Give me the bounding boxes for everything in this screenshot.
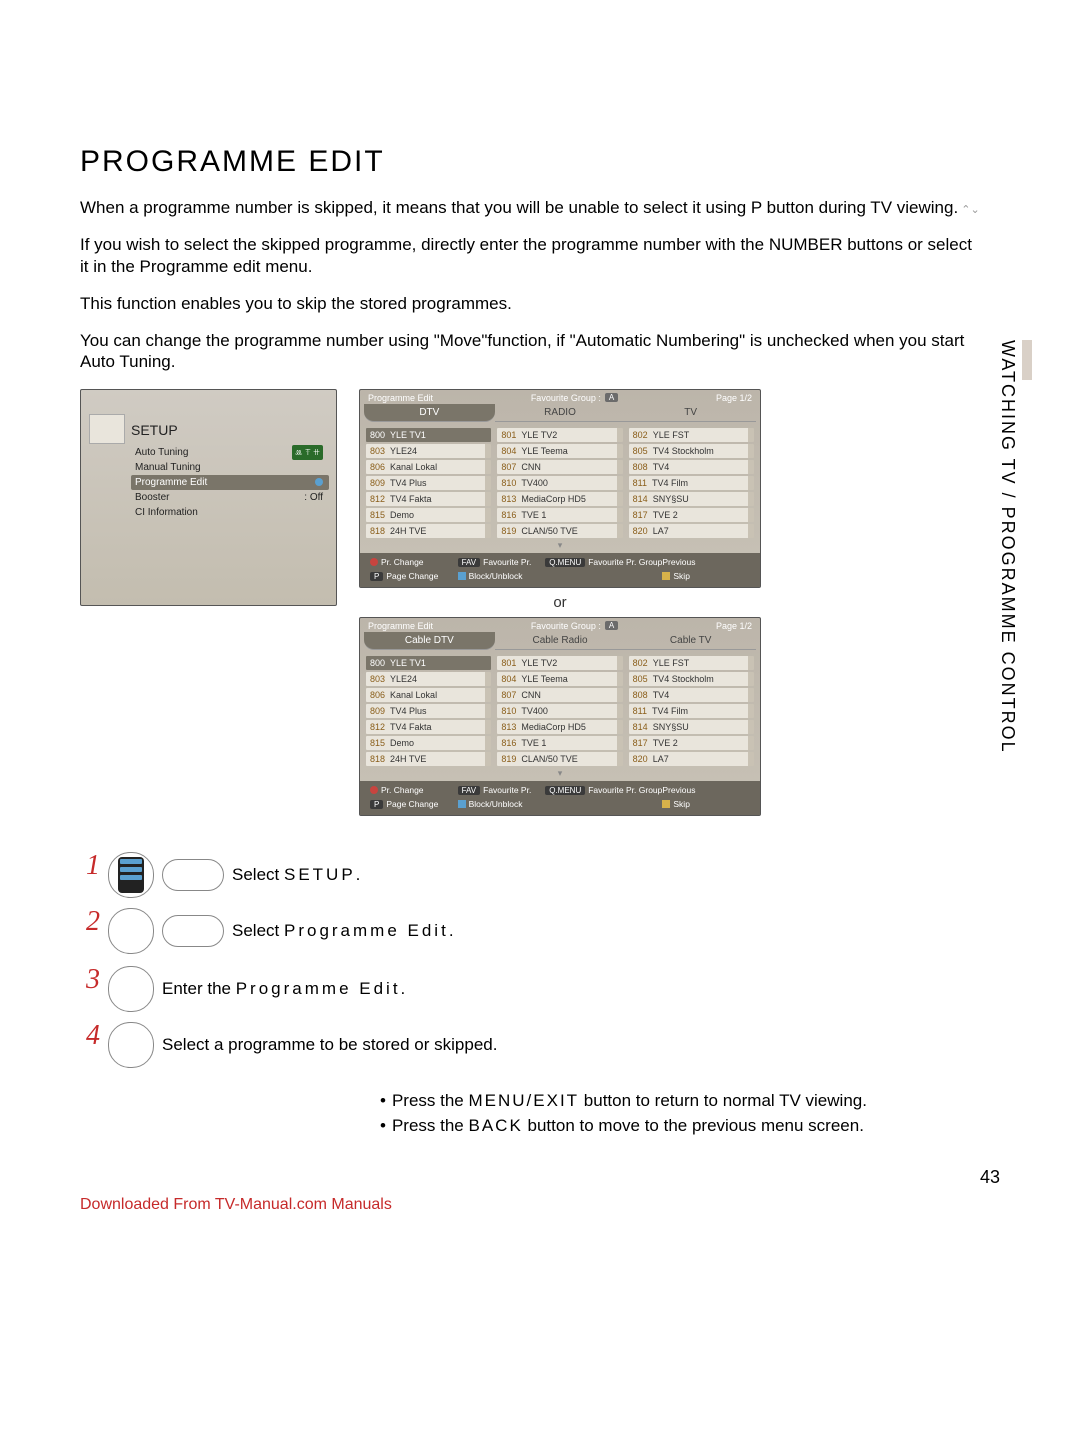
setup-item: Booster: Off	[131, 490, 329, 505]
shot-title: Programme Edit	[368, 393, 433, 403]
setup-item: CI Information	[131, 505, 329, 520]
paragraph-1: When a programme number is skipped, it m…	[80, 197, 980, 218]
channel-cell: 808TV4	[629, 688, 754, 702]
source-tab: TV	[625, 404, 756, 422]
remote-ok-button	[108, 1022, 154, 1068]
page-title: PROGRAMME EDIT	[80, 145, 1000, 179]
setup-item: Auto Tuningꔛ ꔉ ꔠ	[131, 445, 329, 460]
channel-cell: 803YLE24	[366, 672, 491, 686]
channel-cell: 814SNY§SU	[629, 492, 754, 506]
step-number-3: 3	[80, 966, 100, 994]
fav-group-label: Favourite Group :	[531, 393, 601, 403]
channel-cell: 805TV4 Stockholm	[629, 444, 754, 458]
channel-cell: 807CNN	[497, 460, 622, 474]
or-label: or	[359, 594, 761, 611]
channel-cell: 802YLE FST	[629, 428, 754, 442]
step-number-2: 2	[80, 908, 100, 936]
shot-title: Programme Edit	[368, 621, 433, 631]
channel-cell: 803YLE24	[366, 444, 491, 458]
remote-ok-button	[108, 966, 154, 1012]
page-indicator: Page 1/2	[716, 393, 752, 403]
channel-cell: 811TV4 Film	[629, 476, 754, 490]
channel-cell: 808TV4	[629, 460, 754, 474]
channel-cell: 814SNY§SU	[629, 720, 754, 734]
channel-cell: 809TV4 Plus	[366, 704, 491, 718]
scroll-down-icon: ▾	[360, 768, 760, 781]
remote-ok-button	[162, 859, 224, 891]
channel-cell: 800YLE TV1	[366, 656, 491, 670]
channel-cell: 801YLE TV2	[497, 428, 622, 442]
step-1-text: Select SETUP.	[232, 865, 360, 885]
paragraph-2: If you wish to select the skipped progra…	[80, 234, 980, 277]
fav-group-badge: A	[605, 393, 618, 402]
scroll-down-icon: ▾	[360, 540, 760, 553]
side-label: WATCHING TV / PROGRAMME CONTROL	[997, 340, 1018, 754]
setup-header: SETUP	[131, 422, 178, 438]
channel-cell: 805TV4 Stockholm	[629, 672, 754, 686]
channel-cell: 817TVE 2	[629, 736, 754, 750]
remote-ok-button	[162, 915, 224, 947]
remote-nav-button	[108, 852, 154, 898]
channel-cell: 815Demo	[366, 736, 491, 750]
channel-cell: 800YLE TV1	[366, 428, 491, 442]
download-source-line: Downloaded From TV-Manual.com Manuals	[80, 1196, 1000, 1214]
channel-cell: 816TVE 1	[497, 508, 622, 522]
channel-cell: 813MediaCorp HD5	[497, 720, 622, 734]
footnote-2: • Press the BACK button to move to the p…	[380, 1113, 1000, 1139]
fav-group-badge: A	[605, 621, 618, 630]
channel-cell: 811TV4 Film	[629, 704, 754, 718]
step-4-text: Select a programme to be stored or skipp…	[162, 1035, 497, 1055]
setup-icon	[89, 414, 125, 444]
page-number: 43	[80, 1167, 1000, 1188]
page-indicator: Page 1/2	[716, 621, 752, 631]
channel-cell: 812TV4 Fakta	[366, 492, 491, 506]
setup-menu-screenshot: SETUP Auto Tuningꔛ ꔉ ꔠManual TuningProgr…	[80, 389, 337, 606]
channel-cell: 819CLAN/50 TVE	[497, 524, 622, 538]
side-tab-marker	[1022, 340, 1032, 380]
setup-item: Manual Tuning	[131, 460, 329, 475]
channel-cell: 804YLE Teema	[497, 444, 622, 458]
channel-cell: 816TVE 1	[497, 736, 622, 750]
channel-cell: 802YLE FST	[629, 656, 754, 670]
source-tab: Cable TV	[625, 632, 756, 650]
paragraph-3: This function enables you to skip the st…	[80, 293, 980, 314]
channel-cell: 804YLE Teema	[497, 672, 622, 686]
footnote-1: • Press the MENU/EXIT button to return t…	[380, 1088, 1000, 1114]
channel-cell: 820LA7	[629, 524, 754, 538]
programme-edit-screenshot-1: Programme Edit Favourite Group : A Page …	[359, 389, 761, 588]
fav-group-label: Favourite Group :	[531, 621, 601, 631]
source-tab: DTV	[364, 404, 495, 422]
remote-ok-button	[108, 908, 154, 954]
channel-cell: 81824H TVE	[366, 524, 491, 538]
channel-cell: 809TV4 Plus	[366, 476, 491, 490]
channel-cell: 810TV400	[497, 476, 622, 490]
channel-cell: 813MediaCorp HD5	[497, 492, 622, 506]
paragraph-4: You can change the programme number usin…	[80, 330, 980, 373]
channel-cell: 819CLAN/50 TVE	[497, 752, 622, 766]
step-3-text: Enter the Programme Edit.	[162, 979, 405, 999]
setup-item: Programme Edit	[131, 475, 329, 490]
channel-cell: 807CNN	[497, 688, 622, 702]
source-tab: Cable Radio	[495, 632, 626, 650]
channel-cell: 806Kanal Lokal	[366, 460, 491, 474]
channel-cell: 801YLE TV2	[497, 656, 622, 670]
channel-cell: 817TVE 2	[629, 508, 754, 522]
programme-edit-screenshot-2: Programme Edit Favourite Group : A Page …	[359, 617, 761, 816]
channel-cell: 820LA7	[629, 752, 754, 766]
step-2-text: Select Programme Edit.	[232, 921, 454, 941]
channel-cell: 81824H TVE	[366, 752, 491, 766]
step-number-1: 1	[80, 852, 100, 880]
source-tab: RADIO	[495, 404, 626, 422]
step-number-4: 4	[80, 1022, 100, 1050]
channel-cell: 812TV4 Fakta	[366, 720, 491, 734]
channel-cell: 806Kanal Lokal	[366, 688, 491, 702]
channel-cell: 810TV400	[497, 704, 622, 718]
channel-cell: 815Demo	[366, 508, 491, 522]
source-tab: Cable DTV	[364, 632, 495, 650]
